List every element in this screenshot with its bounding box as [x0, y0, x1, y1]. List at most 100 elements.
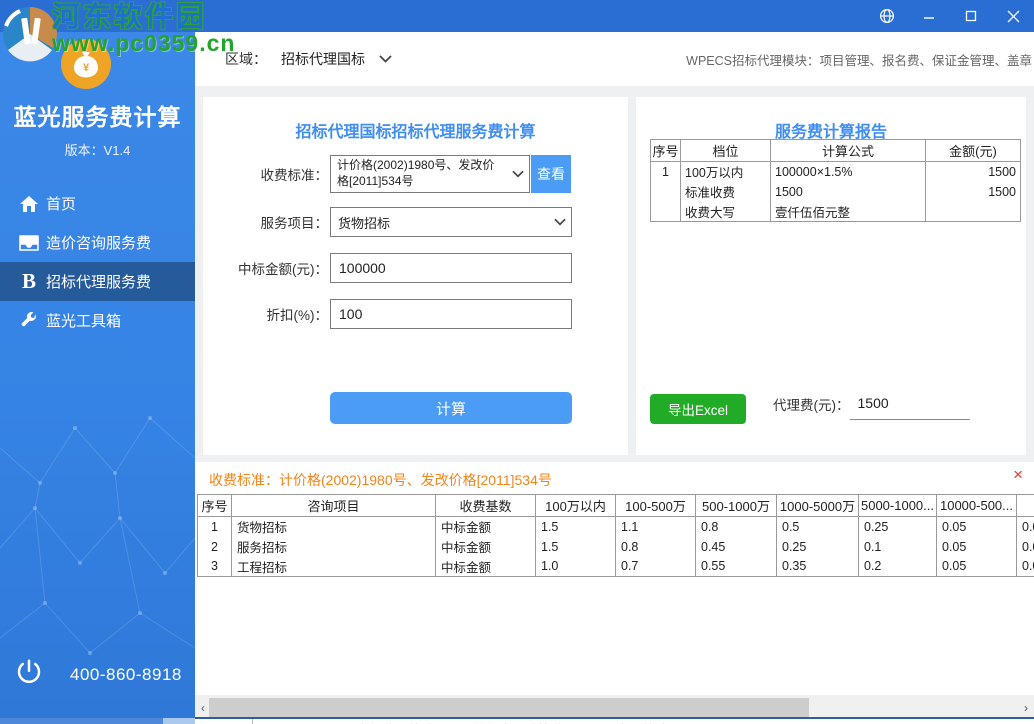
globe-icon[interactable] [866, 0, 908, 32]
table-cell: 100万以内 [680, 161, 771, 182]
close-button[interactable] [992, 0, 1034, 32]
sidebar-menu: 首页 造价咨询服务费 B 招标代理服务费 蓝光工具箱 [0, 184, 195, 340]
table-cell: 1.5 [535, 536, 616, 557]
maximize-button[interactable] [950, 0, 992, 32]
titlebar [0, 0, 1034, 32]
table-row: 2 服务招标 中标金额 1.5 0.8 0.45 0.25 0.1 0.05 0… [197, 536, 1034, 557]
table-cell: 1500 [925, 161, 1021, 182]
chevron-down-icon [512, 170, 524, 178]
table-cell [650, 181, 681, 202]
table-row: 收费大写 壹仟伍佰元整 [650, 201, 1021, 222]
table-cell: 3 [197, 556, 232, 577]
sidebar-item-home[interactable]: 首页 [0, 184, 195, 223]
calc-form-panel: 招标代理国标招标代理服务费计算 收费标准： 计价格(2002)1980号、发改价… [203, 97, 628, 455]
table-cell: 1.1 [615, 516, 696, 537]
sidebar-item-cost-consulting[interactable]: 造价咨询服务费 [0, 223, 195, 262]
col-header: 500-1000万 [695, 494, 777, 517]
close-icon[interactable]: × [1013, 466, 1023, 483]
fee-standard-table: 序号 咨询项目 收费基数 100万以内 100-500万 500-1000万 1… [197, 494, 1034, 577]
col-header: 100-500万 [615, 494, 696, 517]
table-cell: 收费大写 [680, 201, 771, 222]
service-label: 服务项目： [260, 216, 329, 231]
app-version: 版本：V1.4 [64, 143, 131, 158]
table-cell: 0.8 [695, 516, 777, 537]
scrollbar-thumb[interactable] [209, 698, 809, 717]
horizontal-scrollbar[interactable]: ‹ › [195, 698, 1034, 717]
col-header: 序号 [197, 494, 232, 517]
region-select[interactable]: 招标代理国标 [281, 49, 392, 69]
power-icon[interactable] [14, 657, 44, 692]
bid-amount-input[interactable] [330, 253, 572, 283]
report-table-header-row: 序号 档位 计算公式 金额(元) [650, 139, 1021, 162]
col-header: 1000-5000万 [776, 494, 859, 517]
export-excel-button[interactable]: 导出Excel [650, 394, 746, 424]
col-header: 10000-500... [936, 494, 1017, 517]
calculate-button[interactable]: 计算 [330, 392, 572, 424]
table-cell: 0.35 [776, 556, 859, 577]
col-header: 档位 [680, 139, 771, 162]
chevron-down-icon [379, 55, 392, 63]
table-cell: 1500 [770, 181, 926, 202]
table-cell: 标准收费 [680, 181, 771, 202]
support-phone-row: 400-860-8918 [14, 657, 182, 692]
table-cell: 0.5 [776, 516, 859, 537]
region-select-value: 招标代理国标 [281, 51, 365, 67]
table-cell: 壹仟伍佰元整 [770, 201, 926, 222]
table-row: 标准收费 1500 1500 [650, 181, 1021, 202]
money-bag-icon: ¥ [60, 38, 112, 95]
clipped-bottom-strip: 三、高级费用统计，使用软件自动计算费用都可以自动统计 [195, 717, 1034, 724]
table-cell: 0.55 [695, 556, 777, 577]
col-header: 收费基数 [435, 494, 536, 517]
table-cell: 0.2 [858, 556, 937, 577]
service-field-row: 服务项目： 货物招标 [203, 207, 628, 237]
sidebar-item-label: 首页 [46, 196, 77, 213]
table-cell: 1.0 [535, 556, 616, 577]
minimize-button[interactable] [908, 0, 950, 32]
col-header: 100万以内 [535, 494, 616, 517]
service-item-select-value: 货物招标 [338, 215, 391, 231]
table-cell: 1 [650, 161, 681, 182]
col-header: 金额(元) [925, 139, 1021, 162]
fee-standard-select-value: 计价格(2002)1980号、发改价格[2011]534号 [337, 158, 495, 188]
table-cell: 2 [197, 536, 232, 557]
discount-field-row: 折扣(%)： [203, 299, 628, 329]
amount-label: 中标金额(元)： [238, 262, 328, 277]
table-cell: 货物招标 [231, 516, 436, 537]
table-cell: 0.1 [858, 536, 937, 557]
standard-field-row: 收费标准： 计价格(2002)1980号、发改价格[2011]534号 查看 [203, 155, 628, 193]
table-cell: 0.8 [615, 536, 696, 557]
table-cell: 100000×1.5% [770, 161, 926, 182]
table-cell: 1.5 [535, 516, 616, 537]
table-cell: 中标金额 [435, 556, 536, 577]
col-header: 咨询项目 [231, 494, 436, 517]
sidebar-item-toolbox[interactable]: 蓝光工具箱 [0, 301, 195, 340]
fee-standard-panel: 收费标准：计价格(2002)1980号、发改价格[2011]534号 × 序号 … [195, 462, 1034, 695]
sidebar-item-bidding-agency[interactable]: B 招标代理服务费 [0, 262, 195, 301]
inbox-icon [16, 234, 42, 251]
app-title: 蓝光服务费计算 [13, 104, 182, 130]
scroll-right-arrow[interactable]: › [1018, 698, 1034, 717]
fee-standard-select[interactable]: 计价格(2002)1980号、发改价格[2011]534号 [330, 155, 530, 193]
chevron-down-icon [554, 218, 566, 226]
report-table: 序号 档位 计算公式 金额(元) 1 100万以内 100000×1.5% 15… [650, 139, 1021, 222]
discount-input[interactable] [330, 299, 572, 329]
report-panel: 服务费计算报告 序号 档位 计算公式 金额(元) 1 100万以内 100000… [636, 97, 1026, 455]
table-cell: 0.0 [1016, 536, 1034, 557]
table-row: 1 100万以内 100000×1.5% 1500 [650, 161, 1021, 182]
table-cell: 0.05 [936, 536, 1017, 557]
col-header: 计算公式 [770, 139, 926, 162]
service-item-select[interactable]: 货物招标 [330, 207, 572, 237]
b-letter-icon: B [16, 271, 42, 292]
table-cell: 工程招标 [231, 556, 436, 577]
table-cell: 服务招标 [231, 536, 436, 557]
sidebar: 蓝光服务费计算 版本：V1.4 首页 造价咨询服务费 B 招标代理服务费 蓝光工… [0, 32, 195, 718]
wrench-icon [16, 311, 42, 330]
fee-standard-header: 收费标准：计价格(2002)1980号、发改价格[2011]534号 [209, 472, 552, 488]
view-standard-button[interactable]: 查看 [531, 155, 571, 193]
table-cell: 中标金额 [435, 536, 536, 557]
background-strip [0, 718, 195, 724]
table-cell: 0.25 [776, 536, 859, 557]
agent-fee-value[interactable]: 1500 [849, 395, 970, 420]
clipped-tip-text: 三、高级费用统计，使用软件自动计算费用都可以自动统计 [330, 720, 668, 724]
col-header: 序号 [650, 139, 681, 162]
